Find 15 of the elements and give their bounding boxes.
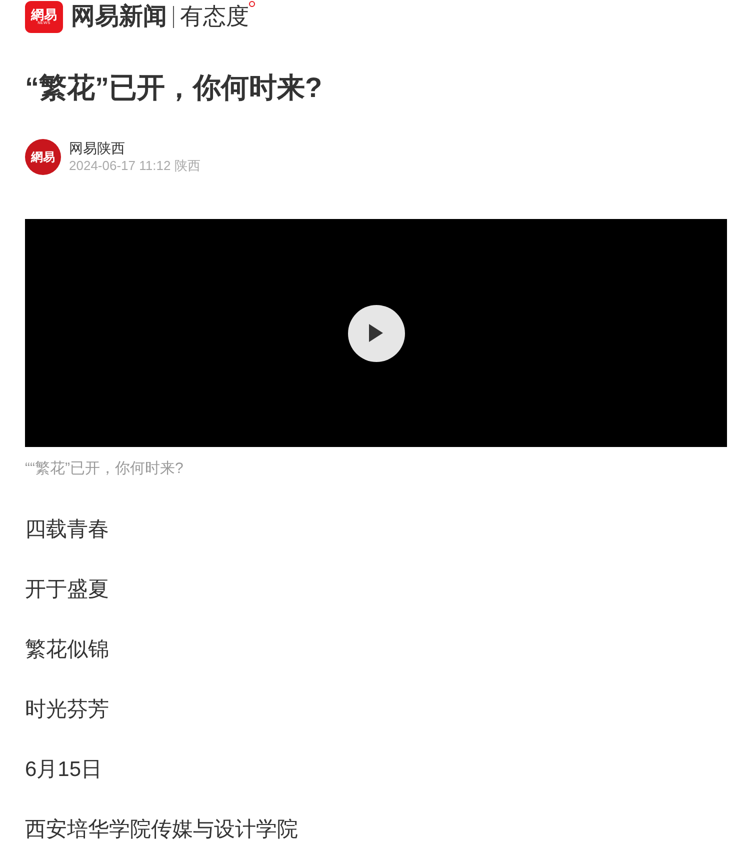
publish-info: 2024-06-17 11:12 陕西 [69,157,200,175]
article-title: “繁花”已开，你何时来? [25,71,324,105]
play-icon [368,323,384,343]
paragraph: 西安培华学院传媒与设计学院 [25,817,299,843]
paragraph: 时光芬芳 [25,697,110,723]
video-caption: ““繁花”已开，你何时来? [25,460,184,478]
paragraph: 开于盛夏 [25,577,110,603]
brand-name: 网易新闻 [71,4,167,28]
paragraph: 6月15日 [25,757,104,783]
ring-icon [249,1,255,7]
paragraph: 四载青春 [25,517,110,543]
author-name: 网易陕西 [69,139,126,157]
slogan: 有态度 [180,5,249,28]
paragraph: 繁花似锦 [25,637,110,663]
author-avatar: 網易 [25,139,61,175]
